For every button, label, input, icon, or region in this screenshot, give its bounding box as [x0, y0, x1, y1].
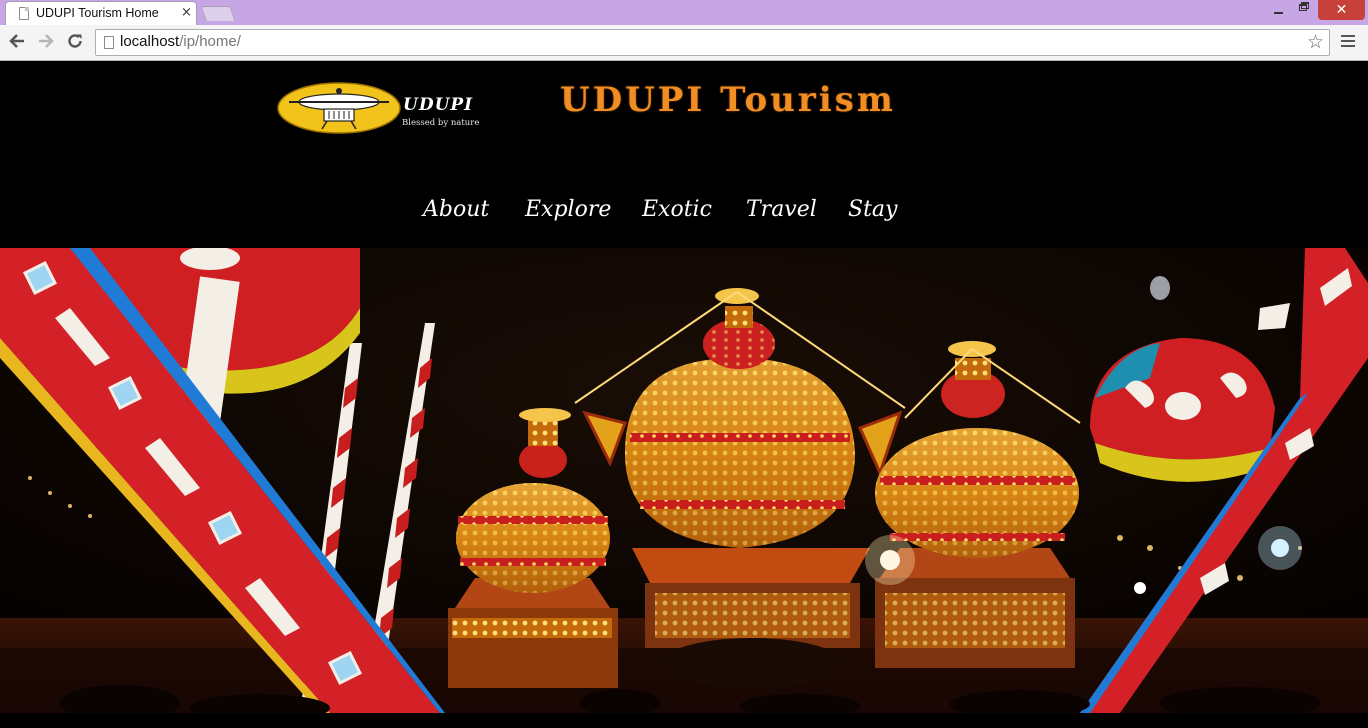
- page-content: UDUPI Blessed by nature UDUPI Tourism Ab…: [0, 61, 1368, 728]
- back-arrow-icon[interactable]: [7, 32, 27, 52]
- url-host: localhost: [120, 33, 180, 50]
- page-icon: [19, 7, 29, 20]
- site-logo[interactable]: UDUPI Blessed by nature: [277, 82, 527, 134]
- site-title: UDUPI Tourism: [560, 80, 896, 120]
- tab-close-icon[interactable]: ×: [181, 5, 192, 20]
- logo-emblem: [277, 82, 401, 134]
- new-tab-button[interactable]: [200, 6, 236, 21]
- nav-about[interactable]: About: [423, 197, 489, 222]
- hero-banner-image: [0, 246, 1368, 722]
- reload-icon[interactable]: [65, 32, 85, 52]
- menu-icon[interactable]: [1341, 35, 1355, 49]
- nav-stay[interactable]: Stay: [848, 197, 897, 222]
- chariot-festival-illustration: [0, 246, 1368, 722]
- address-url: localhost/ip/home/: [120, 33, 241, 50]
- logo-tagline: Blessed by nature: [402, 118, 480, 128]
- address-bar[interactable]: localhost/ip/home/ ☆: [95, 29, 1330, 56]
- browser-titlebar: UDUPI Tourism Home × ✕: [0, 0, 1368, 25]
- url-path: /ip/home/: [179, 33, 241, 50]
- browser-toolbar: localhost/ip/home/ ☆: [0, 25, 1368, 61]
- browser-tab[interactable]: UDUPI Tourism Home ×: [5, 1, 197, 25]
- nav-explore[interactable]: Explore: [525, 197, 611, 222]
- star-icon[interactable]: ☆: [1307, 31, 1324, 53]
- close-window-button[interactable]: ✕: [1318, 0, 1365, 20]
- logo-text: UDUPI: [403, 95, 474, 115]
- tab-title: UDUPI Tourism Home: [36, 6, 159, 20]
- restore-button[interactable]: [1290, 0, 1318, 20]
- nav-travel[interactable]: Travel: [746, 197, 817, 222]
- minimize-icon: [1273, 12, 1283, 14]
- page-icon: [104, 36, 114, 49]
- nav-exotic[interactable]: Exotic: [642, 197, 712, 222]
- forward-arrow-icon[interactable]: [36, 32, 56, 52]
